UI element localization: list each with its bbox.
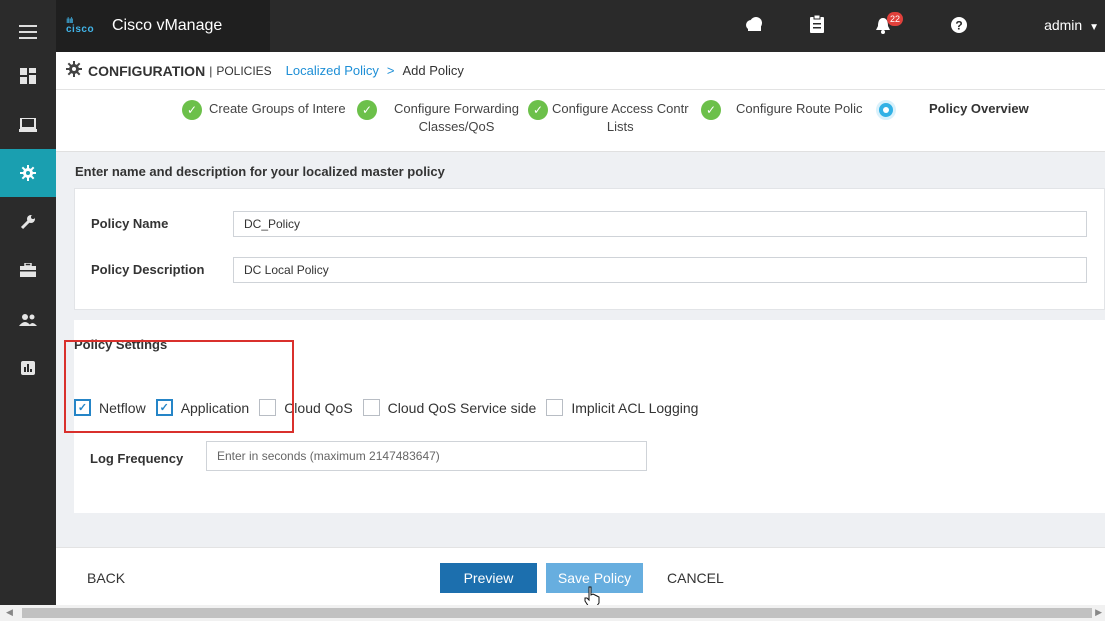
step-complete-check-icon: ✓ <box>182 100 202 120</box>
policy-info-card: Policy Name Policy Description <box>74 188 1105 310</box>
step-policy-overview[interactable]: Policy Overview <box>929 100 1029 118</box>
horizontal-scrollbar[interactable]: ◀ ▶ <box>0 605 1105 621</box>
step-complete-check-icon: ✓ <box>357 100 377 120</box>
step-current-indicator-icon <box>876 100 896 120</box>
cloud-qos-service-side-checkbox[interactable]: Cloud QoS Service side <box>362 399 536 416</box>
step-forwarding-classes[interactable]: Configure Forwarding Classes/QoS <box>394 100 519 136</box>
brand[interactable]: ılıılı cisco Cisco vManage <box>56 0 270 52</box>
clipboard-icon[interactable] <box>810 14 824 36</box>
left-nav <box>0 0 56 621</box>
notifications-bell-icon[interactable]: 22 <box>876 12 904 37</box>
back-button[interactable]: BACK <box>87 570 125 586</box>
svg-text:?: ? <box>955 19 962 33</box>
log-frequency-input[interactable] <box>206 441 647 471</box>
policy-description-label: Policy Description <box>91 262 205 277</box>
scroll-right-arrow-icon[interactable]: ▶ <box>1095 607 1102 618</box>
step-complete-check-icon: ✓ <box>528 100 548 120</box>
page-subtitle: POLICIES <box>216 63 272 78</box>
step-route-policy[interactable]: Configure Route Polic <box>736 100 862 118</box>
policy-name-input[interactable] <box>233 211 1087 237</box>
briefcase-icon[interactable] <box>0 246 56 294</box>
user-name: admin <box>1044 17 1083 33</box>
configuration-gear-icon[interactable] <box>0 149 56 197</box>
implicit-acl-logging-checkbox[interactable]: Implicit ACL Logging <box>546 399 698 416</box>
gear-icon <box>66 61 82 80</box>
cloud-icon[interactable] <box>744 17 764 34</box>
user-menu[interactable]: admin ▼ <box>1044 17 1099 33</box>
analytics-icon[interactable] <box>0 344 56 392</box>
chevron-down-icon: ▼ <box>1089 22 1099 33</box>
help-icon[interactable]: ? <box>951 17 967 36</box>
wrench-icon[interactable] <box>0 198 56 246</box>
step-create-groups[interactable]: Create Groups of Intere <box>209 100 346 118</box>
menu-icon[interactable] <box>0 8 56 56</box>
checkbox-unchecked-icon <box>362 399 380 416</box>
top-bar: ılıılı cisco Cisco vManage 22 ? admin ▼ <box>56 0 1105 52</box>
app-title: Cisco vManage <box>112 17 223 34</box>
checkbox-unchecked-icon <box>546 399 564 416</box>
footer-actions: BACK Preview Save Policy CANCEL <box>56 547 1105 605</box>
scrollbar-thumb[interactable] <box>22 608 1092 618</box>
breadcrumb-separator: | <box>209 63 213 78</box>
breadcrumb-arrow: > <box>386 63 395 78</box>
scroll-left-arrow-icon[interactable]: ◀ <box>6 607 13 618</box>
page-title: CONFIGURATION <box>88 62 206 79</box>
form-intro: Enter name and description for your loca… <box>75 164 445 179</box>
cisco-logo: ılıılı cisco <box>66 16 95 35</box>
highlight-annotation <box>64 340 294 433</box>
users-icon[interactable] <box>0 296 56 344</box>
step-access-control-lists[interactable]: Configure Access Contr Lists <box>552 100 689 136</box>
breadcrumb: CONFIGURATION | POLICIES Localized Polic… <box>56 52 1105 90</box>
log-frequency-label: Log Frequency <box>90 451 184 466</box>
step-complete-check-icon: ✓ <box>701 100 721 120</box>
policy-description-input[interactable] <box>233 257 1087 283</box>
policy-name-label: Policy Name <box>91 216 169 231</box>
breadcrumb-current: Add Policy <box>402 63 464 78</box>
wizard-steps: ✓ Create Groups of Intere ✓ Configure Fo… <box>56 90 1105 152</box>
notification-badge: 22 <box>887 12 904 26</box>
preview-button[interactable]: Preview <box>440 563 537 593</box>
cancel-button[interactable]: CANCEL <box>667 570 724 586</box>
breadcrumb-link-localized-policy[interactable]: Localized Policy <box>286 63 379 78</box>
monitor-icon[interactable] <box>0 101 56 149</box>
dashboard-icon[interactable] <box>0 52 56 100</box>
